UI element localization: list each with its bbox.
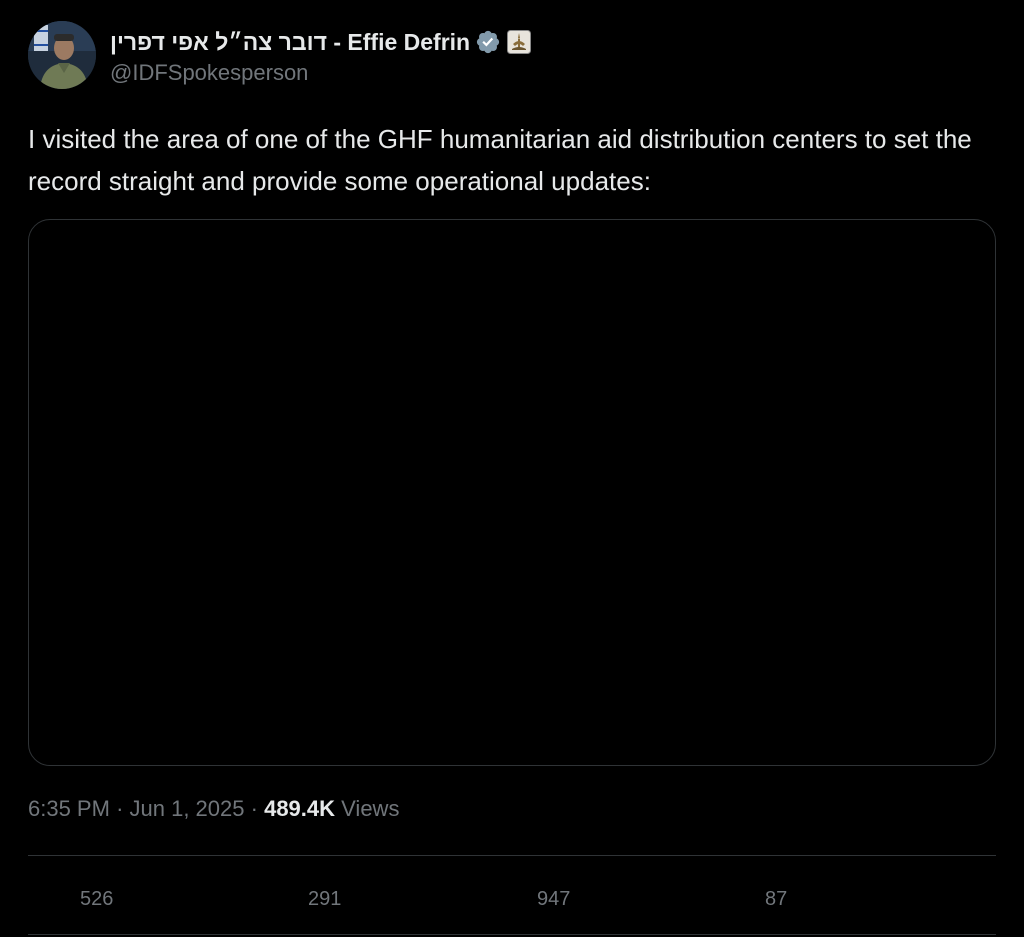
repost-button[interactable]: 291	[276, 884, 341, 914]
action-bar: 526 291 947 87	[0, 884, 1024, 914]
verified-badge-icon[interactable]	[475, 29, 501, 55]
views-label: Views	[341, 796, 400, 821]
bookmark-count: 87	[765, 887, 788, 910]
tweet-meta: 6:35 PM · Jun 1, 2025 · 489.4K Views	[28, 796, 399, 822]
tweet-container: דובר צה״ל אפי דפרין - Effie Defrin @IDFS…	[0, 0, 1024, 937]
avatar[interactable]	[28, 21, 96, 89]
tweet-date[interactable]: Jun 1, 2025	[130, 796, 245, 821]
meta-separator: ·	[116, 796, 124, 821]
idf-emblem-icon[interactable]	[507, 30, 532, 54]
tweet-text: I visited the area of one of the GHF hum…	[28, 124, 972, 196]
meta-separator-2: ·	[250, 796, 258, 821]
views-count: 489.4K	[264, 796, 336, 821]
tweet-time[interactable]: 6:35 PM	[28, 796, 110, 821]
divider	[28, 855, 996, 856]
author-names: דובר צה״ל אפי דפרין - Effie Defrin @IDFS…	[110, 24, 532, 86]
like-button[interactable]: 947	[505, 884, 570, 914]
tweet-header: דובר צה״ל אפי דפרין - Effie Defrin @IDFS…	[28, 20, 532, 90]
name-row: דובר צה״ל אפי דפרין - Effie Defrin	[110, 24, 532, 60]
avatar-image	[28, 21, 96, 89]
divider-bottom	[28, 934, 996, 935]
bookmark-button[interactable]: 87	[733, 884, 787, 914]
repost-count: 291	[308, 887, 342, 910]
like-count: 947	[537, 887, 571, 910]
display-name[interactable]: דובר צה״ל אפי דפרין - Effie Defrin	[110, 29, 470, 56]
reply-button[interactable]: 526	[48, 884, 113, 914]
author-handle[interactable]: @IDFSpokesperson	[110, 60, 531, 86]
media-video-player[interactable]	[28, 219, 996, 766]
reply-count: 526	[80, 887, 114, 910]
